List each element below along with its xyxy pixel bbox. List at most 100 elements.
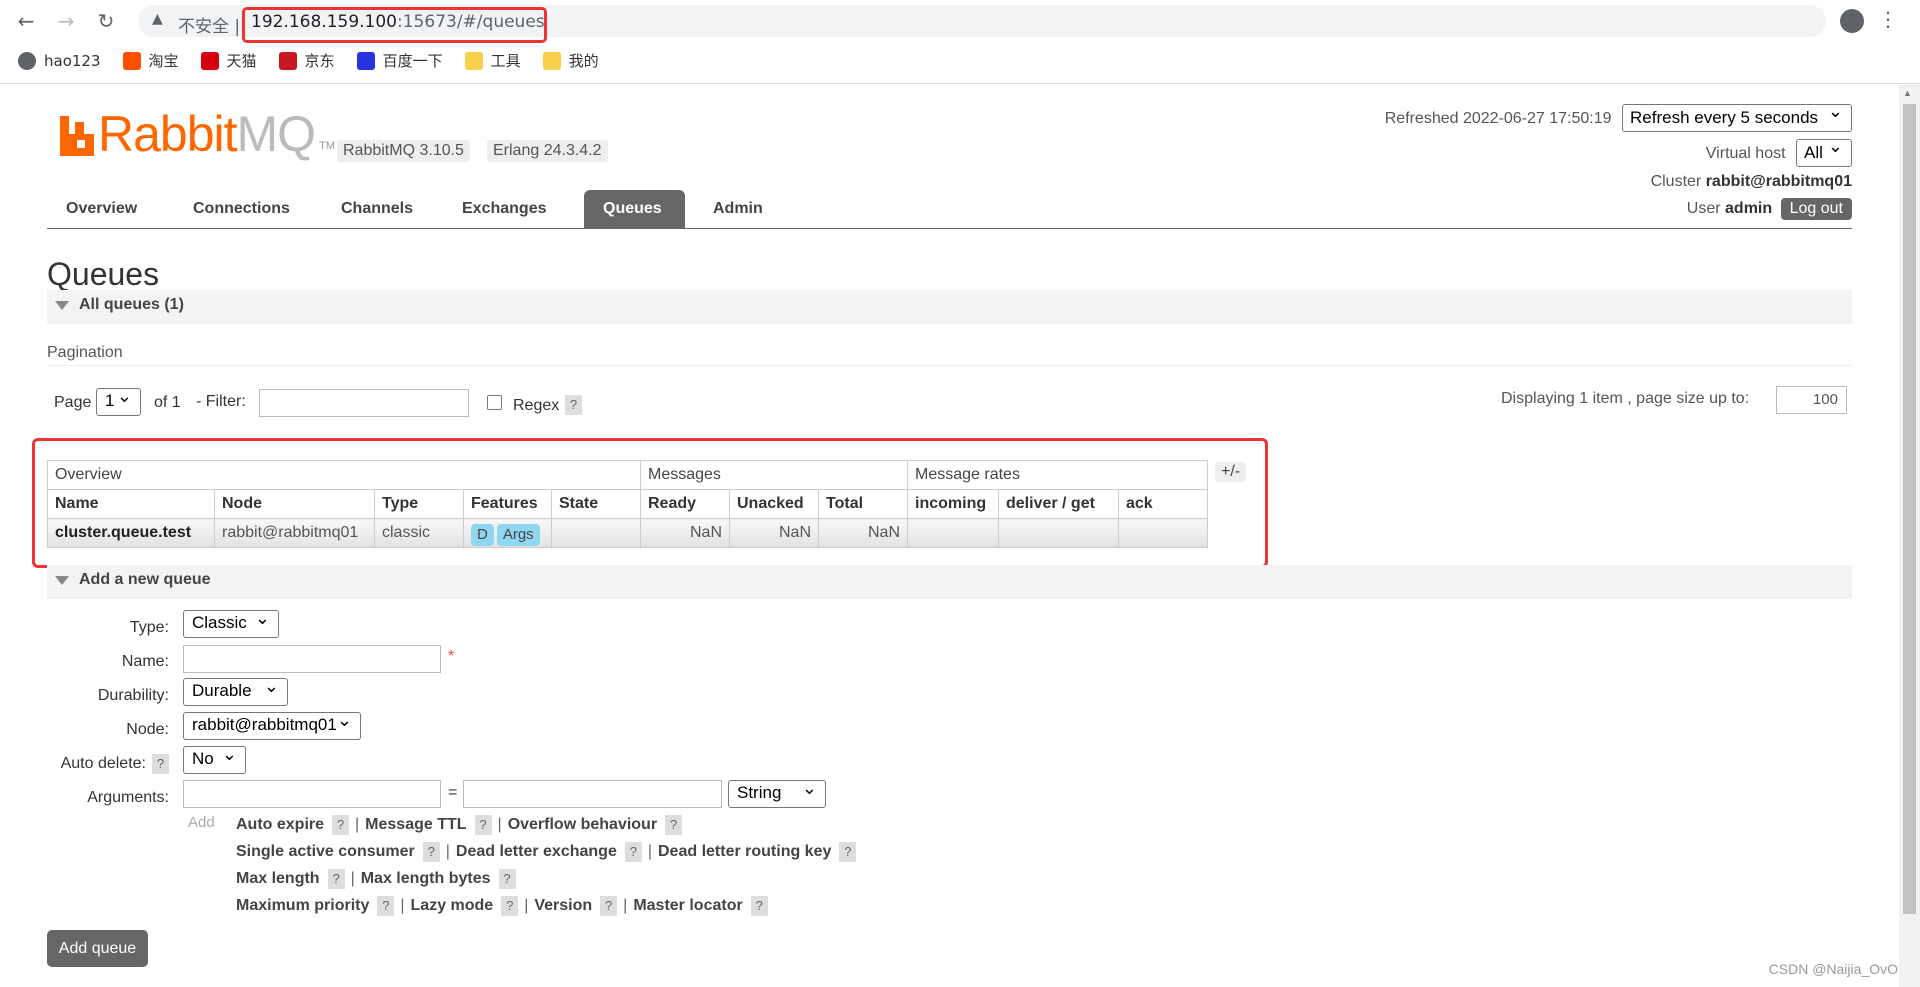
back-icon[interactable]: ← — [14, 9, 38, 33]
scrollbar-thumb[interactable] — [1903, 104, 1916, 914]
group-messages: Messages — [640, 460, 908, 490]
arg-version-link[interactable]: Version — [534, 897, 592, 914]
col-type[interactable]: Type — [374, 489, 464, 519]
bookmark-item[interactable]: 工具 — [464, 50, 521, 71]
arg-master-locator-link[interactable]: Master locator — [633, 897, 742, 914]
col-state[interactable]: State — [551, 489, 641, 519]
virtual-host-label: Virtual host — [1705, 145, 1786, 162]
queue-type-select[interactable]: Classic — [183, 607, 279, 638]
tab-overview[interactable]: Overview — [47, 190, 156, 228]
page-size-input[interactable]: 100 — [1776, 386, 1847, 414]
filter-input[interactable] — [259, 389, 469, 417]
all-queues-section-toggle[interactable]: All queues (1) — [47, 290, 1852, 324]
bookmark-item[interactable]: 我的 — [542, 50, 599, 71]
bookmark-item[interactable]: 天猫 — [200, 50, 257, 71]
argument-key-input[interactable] — [183, 780, 441, 808]
columns-toggle-button[interactable]: +/- — [1215, 462, 1247, 482]
profile-icon[interactable] — [1840, 9, 1864, 33]
help-icon[interactable]: ? — [839, 842, 857, 862]
cluster-row: Cluster rabbit@rabbitmq01 — [1651, 173, 1852, 191]
node-select[interactable]: rabbit@rabbitmq01 — [183, 709, 361, 740]
arg-single-active-consumer-link[interactable]: Single active consumer — [236, 843, 415, 860]
help-icon[interactable]: ? — [332, 815, 350, 835]
tab-exchanges[interactable]: Exchanges — [443, 190, 565, 228]
logo-trademark: TM — [319, 140, 335, 152]
group-overview: Overview — [47, 460, 641, 490]
menu-kebab-icon[interactable]: ⋮ — [1878, 7, 1898, 31]
reload-icon[interactable]: ↻ — [94, 9, 118, 33]
cluster-name: rabbit@rabbitmq01 — [1705, 173, 1852, 190]
bookmark-item[interactable]: 淘宝 — [122, 50, 179, 71]
bookmark-item[interactable]: 京东 — [278, 50, 335, 71]
address-bar[interactable]: ▲ 不安全 | 192.168.159.100:15673/#/queues ☆ — [138, 5, 1826, 43]
col-features[interactable]: Features — [463, 489, 552, 519]
forward-icon[interactable]: → — [54, 9, 78, 33]
group-message-rates: Message rates — [907, 460, 1208, 490]
scroll-up-icon[interactable]: ▲ — [1903, 88, 1912, 98]
help-icon[interactable]: ? — [422, 842, 440, 862]
arg-dead-letter-exchange-link[interactable]: Dead letter exchange — [456, 843, 617, 860]
regex-help-icon[interactable]: ? — [565, 395, 582, 415]
arg-auto-expire-link[interactable]: Auto expire — [236, 816, 324, 833]
bookmark-label: hao123 — [44, 51, 101, 70]
col-ready[interactable]: Ready — [640, 489, 730, 519]
logo-text: RabbitMQ — [98, 106, 316, 162]
pagination-divider — [47, 365, 1852, 366]
arg-max-length-link[interactable]: Max length — [236, 870, 320, 887]
feature-args-badge[interactable]: Args — [496, 523, 540, 546]
bookmark-item[interactable]: 百度一下 — [356, 50, 443, 71]
auto-delete-select[interactable]: No — [183, 743, 246, 774]
rabbitmq-logo[interactable]: RabbitMQ TM — [60, 106, 335, 162]
col-ack[interactable]: ack — [1118, 489, 1208, 519]
arg-lazy-mode-link[interactable]: Lazy mode — [411, 897, 494, 914]
tab-connections[interactable]: Connections — [174, 190, 309, 228]
tab-queues[interactable]: Queues — [584, 190, 685, 228]
argument-equals: = — [448, 784, 458, 801]
col-node[interactable]: Node — [214, 489, 375, 519]
help-icon[interactable]: ? — [474, 815, 492, 835]
help-icon[interactable]: ? — [501, 896, 519, 916]
help-icon[interactable]: ? — [600, 896, 618, 916]
auto-delete-help-icon[interactable]: ? — [152, 754, 169, 774]
tab-channels[interactable]: Channels — [322, 190, 432, 228]
page-title: Queues — [47, 256, 160, 292]
arg-message-ttl-link[interactable]: Message TTL — [365, 816, 466, 833]
col-deliver-get[interactable]: deliver / get — [998, 489, 1119, 519]
help-icon[interactable]: ? — [624, 842, 642, 862]
arg-max-length-bytes-link[interactable]: Max length bytes — [361, 870, 491, 887]
queues-table: Overview Messages Message rates Name Nod… — [47, 460, 1208, 548]
refresh-interval-select[interactable]: Refresh every 5 seconds — [1622, 101, 1852, 132]
page-select[interactable]: 1 — [96, 385, 141, 416]
virtual-host-select[interactable]: All — [1796, 136, 1852, 167]
queue-name-link[interactable]: cluster.queue.test — [47, 518, 215, 548]
add-queue-section-toggle[interactable]: Add a new queue — [47, 565, 1852, 599]
arg-dead-letter-routing-key-link[interactable]: Dead letter routing key — [658, 843, 831, 860]
queue-state — [551, 518, 641, 548]
col-unacked[interactable]: Unacked — [729, 489, 819, 519]
argument-value-input[interactable] — [463, 780, 722, 808]
arg-overflow-behaviour-link[interactable]: Overflow behaviour — [508, 816, 657, 833]
queue-features: D Args — [463, 518, 552, 548]
queue-node: rabbit@rabbitmq01 — [214, 518, 375, 548]
argument-type-select[interactable]: String — [728, 777, 826, 808]
tab-admin[interactable]: Admin — [694, 190, 782, 228]
help-icon[interactable]: ? — [498, 869, 516, 889]
help-icon[interactable]: ? — [750, 896, 768, 916]
col-incoming[interactable]: incoming — [907, 489, 999, 519]
help-icon[interactable]: ? — [377, 896, 395, 916]
durability-select[interactable]: Durable — [183, 675, 288, 706]
col-name[interactable]: Name — [47, 489, 215, 519]
queue-total: NaN — [818, 518, 908, 548]
help-icon[interactable]: ? — [327, 869, 345, 889]
queue-name-input[interactable] — [183, 645, 441, 673]
regex-checkbox[interactable] — [487, 395, 502, 410]
table-row[interactable]: cluster.queue.test rabbit@rabbitmq01 cla… — [47, 518, 1208, 548]
arg-links-row-1: Auto expire? | Message TTL? | Overflow behav… — [236, 815, 683, 835]
add-queue-button[interactable]: Add queue — [47, 930, 148, 967]
col-total[interactable]: Total — [818, 489, 908, 519]
help-icon[interactable]: ? — [665, 815, 683, 835]
add-argument-link[interactable]: Add — [188, 814, 215, 831]
bookmark-item[interactable]: hao123 — [18, 50, 101, 71]
arg-maximum-priority-link[interactable]: Maximum priority — [236, 897, 369, 914]
watermark: CSDN @Naijia_OvO — [1768, 961, 1898, 977]
